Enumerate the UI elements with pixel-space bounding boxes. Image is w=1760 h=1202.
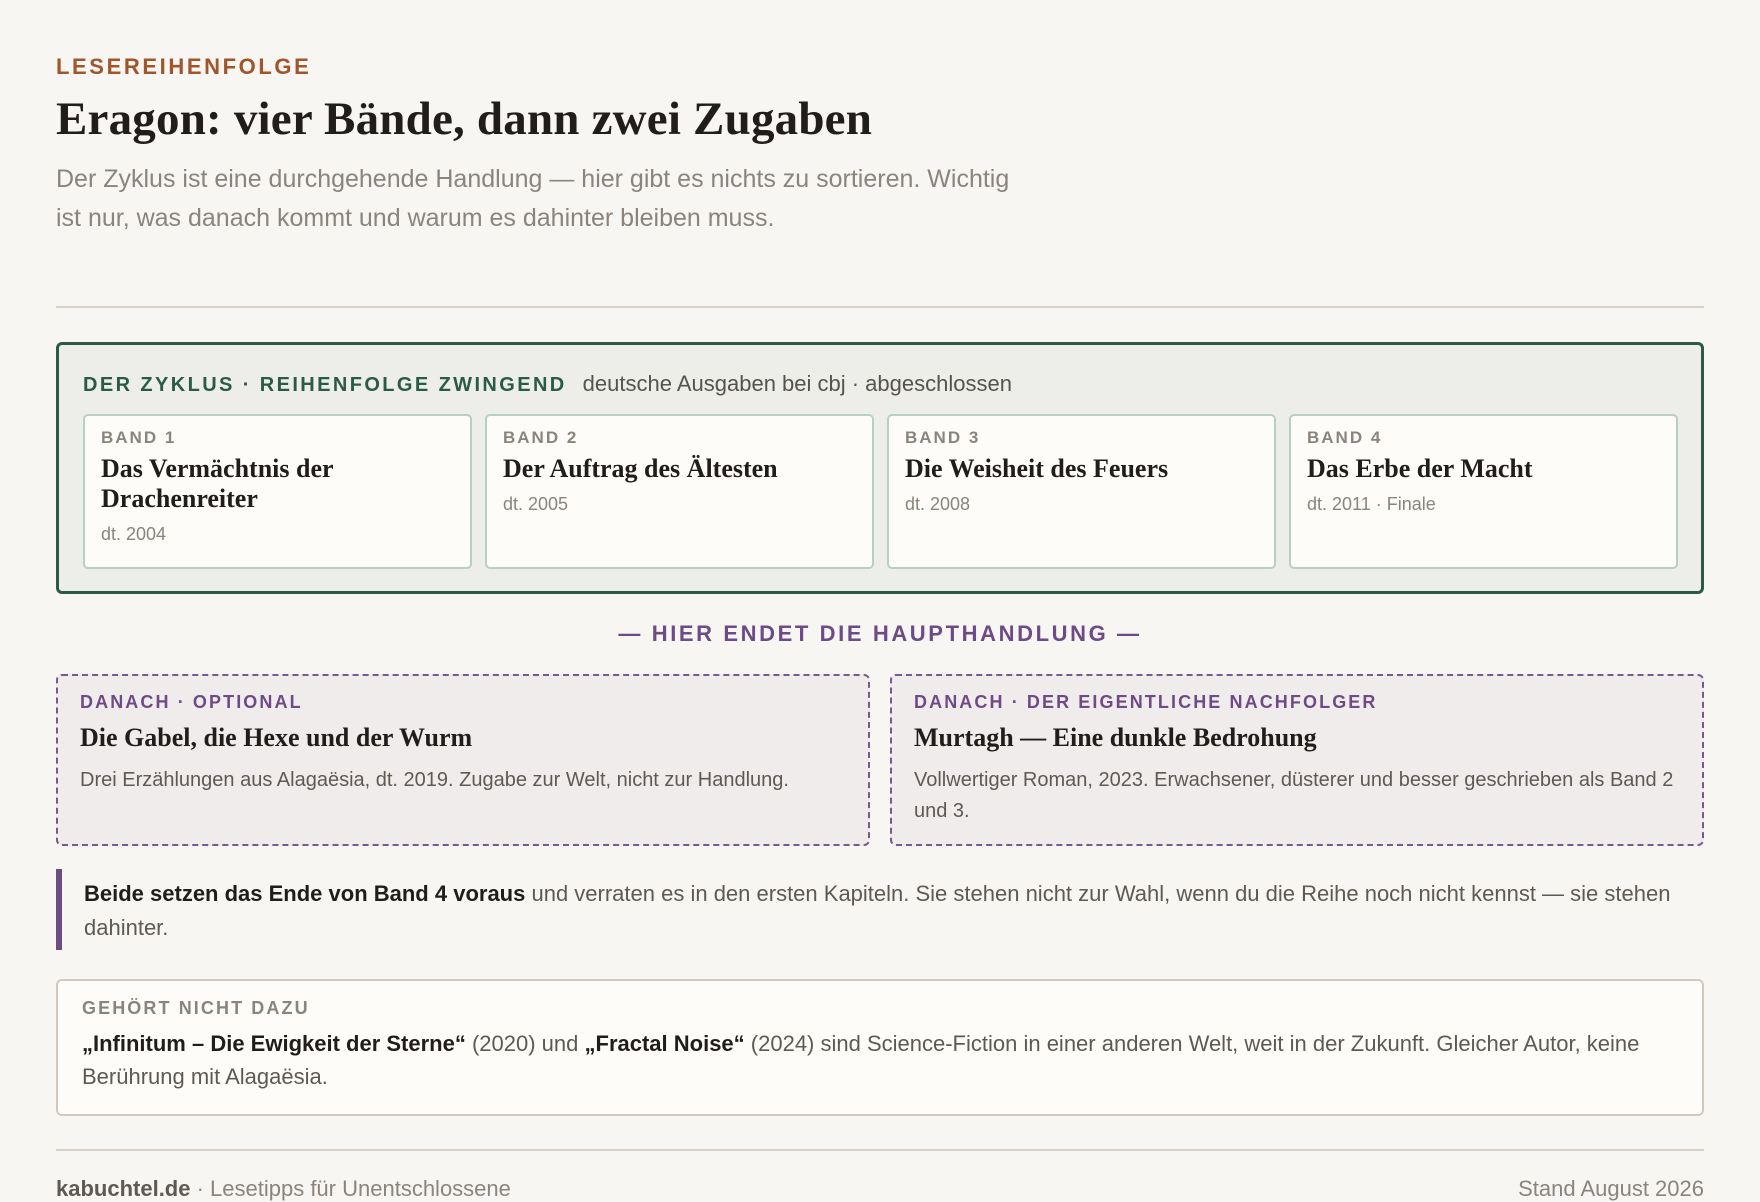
sequel-label: DANACH · DER EIGENTLICHE NACHFOLGER (914, 692, 1378, 712)
book-number: BAND 2 (503, 428, 579, 447)
unrelated-text: „Infinitum – Die Ewigkeit der Sterne“ (2… (82, 1027, 1678, 1093)
book-card-1: BAND 1 Das Vermächtnis der Drachenreiter… (83, 414, 472, 569)
sequel-card-optional: DANACH · OPTIONAL Die Gabel, die Hexe un… (56, 674, 870, 846)
footer-tagline: · Lesetipps für Unentschlossene (190, 1176, 511, 1201)
book-date: dt. 2008 (905, 494, 971, 514)
book-date: dt. 2011 · Finale (1307, 494, 1436, 514)
unrelated-book-2: „Fractal Noise“ (584, 1031, 745, 1056)
sequel-card-successor: DANACH · DER EIGENTLICHE NACHFOLGER Murt… (890, 674, 1704, 846)
unrelated-books-box: GEHÖRT NICHT DAZU „Infinitum – Die Ewigk… (56, 979, 1704, 1116)
intro-text: Der Zyklus ist eine durchgehende Handlun… (56, 165, 1010, 232)
cycle-label: DER ZYKLUS · REIHENFOLGE ZWINGEND (83, 374, 567, 396)
main-plot-end-label: — HIER ENDET DIE HAUPTHANDLUNG — (618, 621, 1142, 646)
unrelated-text-part-1: (2020) und (465, 1031, 585, 1056)
book-card-2: BAND 2 Der Auftrag des Ältesten dt. 2005 (485, 414, 874, 569)
book-number: BAND 4 (1307, 428, 1383, 447)
book-date: dt. 2004 (101, 524, 167, 544)
footer-date: Stand August 2026 (1518, 1176, 1704, 1201)
book-title: Das Erbe der Macht (1307, 454, 1533, 483)
sequel-title: Die Gabel, die Hexe und der Wurm (80, 723, 473, 752)
cycle-box: DER ZYKLUS · REIHENFOLGE ZWINGEND deutsch… (56, 342, 1704, 594)
book-number: BAND 1 (101, 428, 177, 447)
book-title: Das Vermächtnis der Drachenreiter (101, 454, 334, 513)
sequel-label: DANACH · OPTIONAL (80, 692, 303, 712)
spoiler-note: Beide setzen das Ende von Band 4 voraus … (56, 869, 1704, 950)
unrelated-book-1: „Infinitum – Die Ewigkeit der Sterne“ (82, 1031, 466, 1056)
divider-line-bottom (56, 1149, 1704, 1151)
cycle-meta: deutsche Ausgaben bei cbj · abgeschlosse… (582, 371, 1012, 396)
sequel-description: Vollwertiger Roman, 2023. Erwachsener, d… (914, 769, 1674, 822)
divider-line-top (56, 306, 1704, 308)
eyebrow-label: LESEREIHENFOLGE (56, 54, 312, 79)
sequel-description: Drei Erzählungen aus Alagaësia, dt. 2019… (80, 769, 789, 791)
sequel-title: Murtagh — Eine dunkle Bedrohung (914, 723, 1317, 752)
unrelated-label: GEHÖRT NICHT DAZU (82, 998, 310, 1018)
book-date: dt. 2005 (503, 494, 569, 514)
book-number: BAND 3 (905, 428, 981, 447)
footer-site-link[interactable]: kabuchtel.de (56, 1176, 190, 1201)
book-card-3: BAND 3 Die Weisheit des Feuers dt. 2008 (887, 414, 1276, 569)
book-title: Die Weisheit des Feuers (905, 454, 1169, 483)
book-card-4: BAND 4 Das Erbe der Macht dt. 2011 · Fin… (1289, 414, 1678, 569)
sequel-row: DANACH · OPTIONAL Die Gabel, die Hexe un… (56, 674, 1704, 846)
page-title: Eragon: vier Bände, dann zwei Zugaben (56, 93, 873, 145)
book-title: Der Auftrag des Ältesten (503, 454, 778, 483)
cycle-header: DER ZYKLUS · REIHENFOLGE ZWINGEND deutsch… (83, 371, 1012, 397)
book-list: BAND 1 Das Vermächtnis der Drachenreiter… (83, 414, 1678, 569)
spoiler-note-emphasis: Beide setzen das Ende von Band 4 voraus (84, 881, 526, 906)
footer: kabuchtel.de · Lesetipps für Unentschlos… (56, 1176, 1704, 1202)
